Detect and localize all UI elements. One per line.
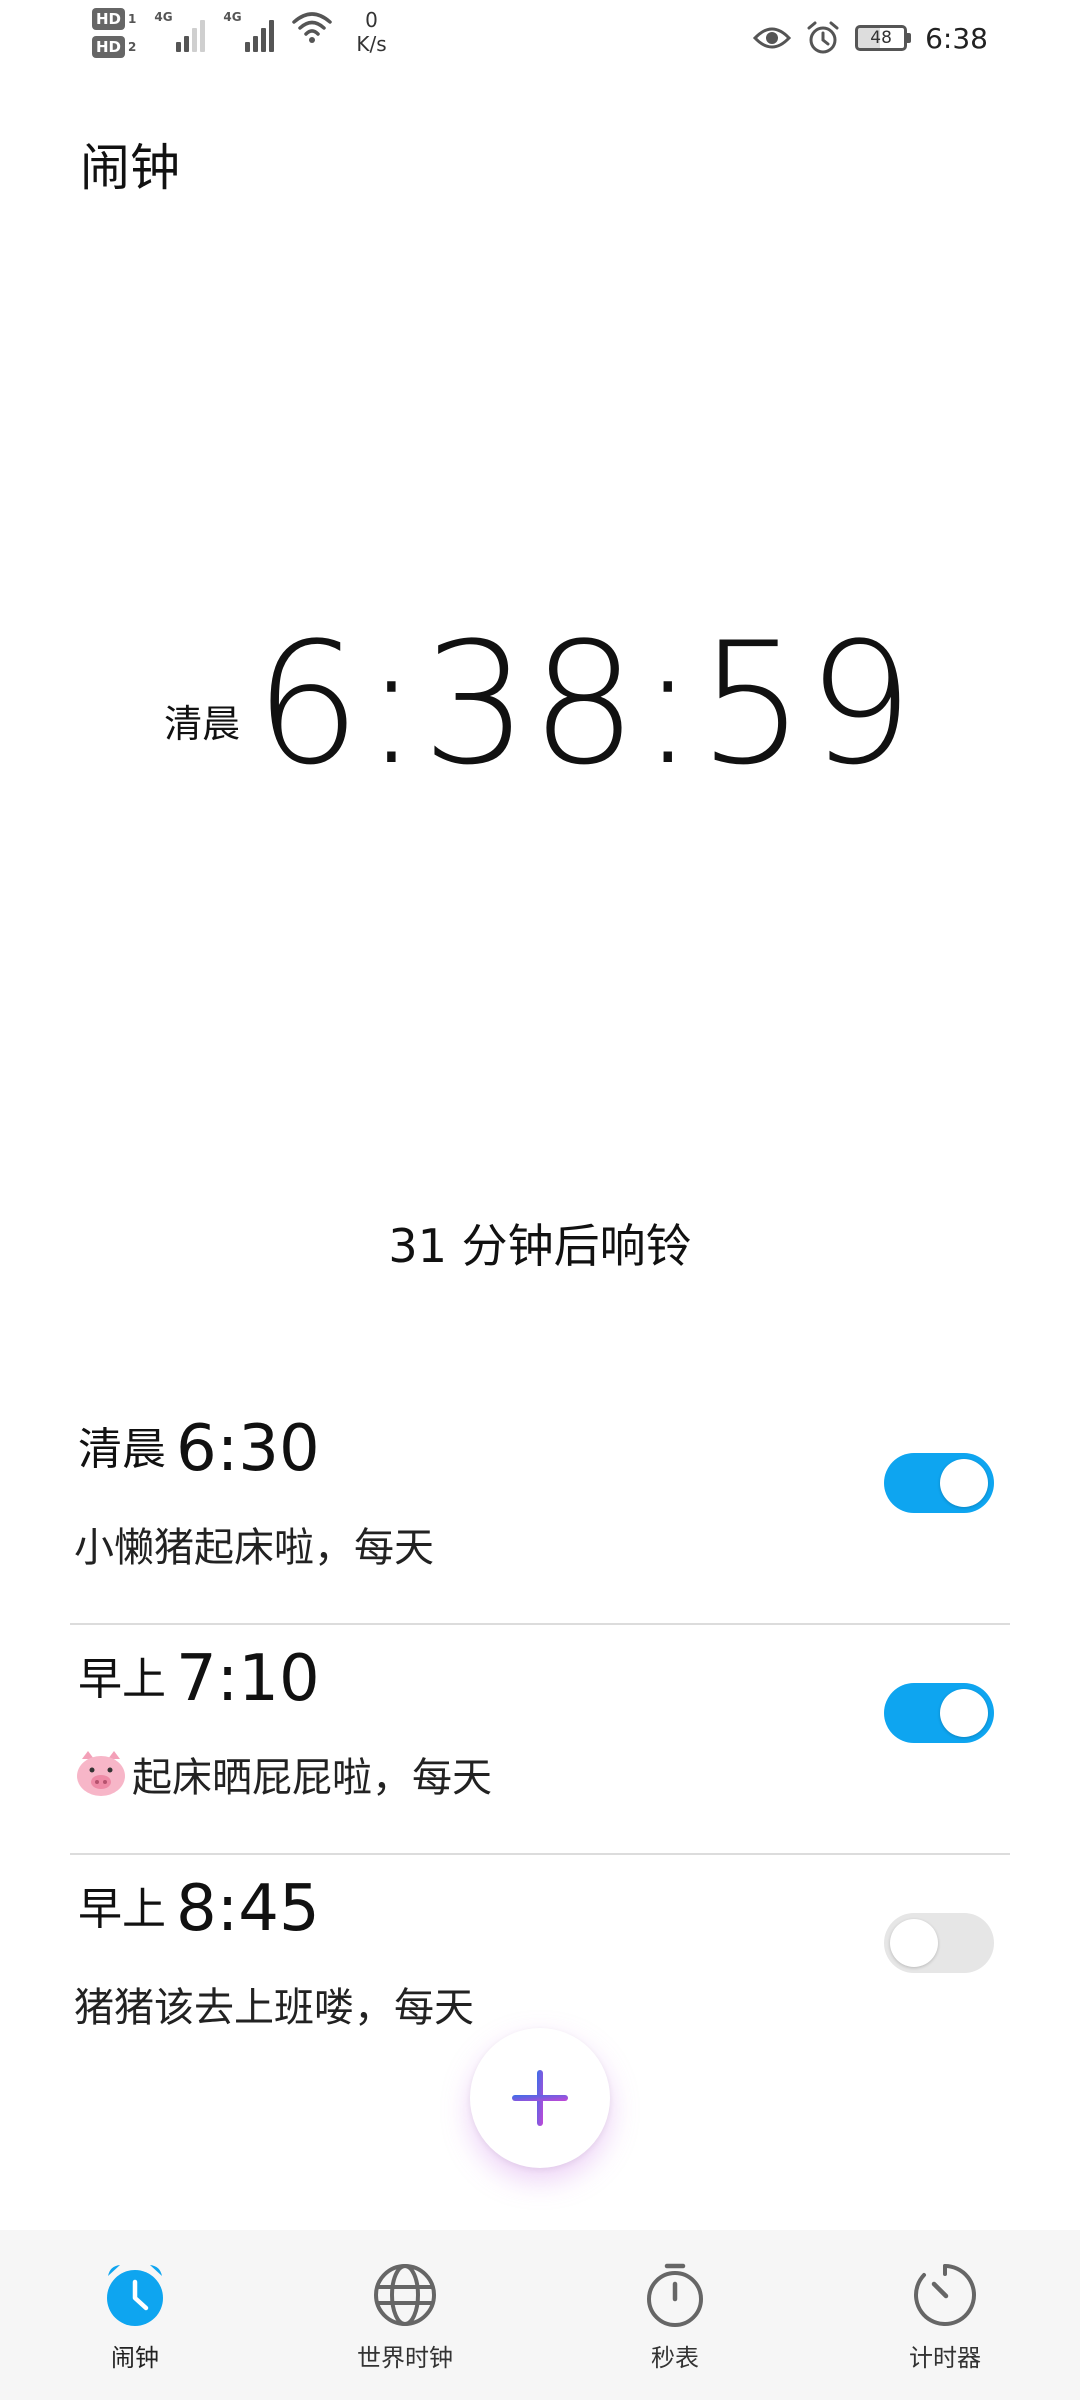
pig-face-icon [77, 1751, 125, 1796]
alarm-period: 早上 [78, 1654, 166, 1705]
sim-badges: HD 1 HD 2 [92, 8, 136, 58]
timer-icon [914, 2264, 976, 2326]
current-period: 清晨 [164, 702, 241, 746]
tab-stopwatch[interactable]: 秒表 [540, 2230, 810, 2400]
bottom-nav: 闹钟 世界时钟 秒表 计时器 [0, 2230, 1080, 2400]
alarm-time: 6:30 [176, 1412, 320, 1486]
alarm-time-group: 早上 8:45 [78, 1873, 320, 1941]
alarm-item[interactable]: 早上 7:10 起床晒屁屁啦，每天 [70, 1625, 1010, 1855]
nav-label: 世界时钟 [357, 2344, 453, 2372]
alarm-icon [807, 21, 839, 54]
globe-icon [374, 2264, 436, 2326]
network-type: 4G [154, 10, 173, 24]
tab-timer[interactable]: 计时器 [810, 2230, 1080, 2400]
battery-level: 48 [870, 28, 892, 48]
alarm-toggle[interactable] [884, 1913, 994, 1973]
sim1-indicator: HD 1 [92, 8, 136, 30]
tab-alarm[interactable]: 闹钟 [0, 2230, 270, 2400]
eye-icon [753, 27, 792, 49]
alarm-period: 早上 [78, 1884, 166, 1935]
alarm-time: 8:45 [176, 1872, 320, 1946]
alarm-toggle[interactable] [884, 1683, 994, 1743]
alarm-label: 小懒猪起床啦，每天 [74, 1515, 434, 1573]
alarm-time-group: 清晨 6:30 [78, 1413, 320, 1481]
next-ring-info: 31 分钟后响铃 [388, 1219, 692, 1273]
alarm-label-text: 起床晒屁屁啦，每天 [132, 1755, 492, 1801]
alarm-item[interactable]: 清晨 6:30 小懒猪起床啦，每天 [70, 1395, 1010, 1625]
status-bar: HD 1 HD 2 4G 4G 0 K/s 48 6:38 [0, 0, 1080, 80]
add-alarm-button[interactable] [470, 2028, 610, 2168]
signal-icon: 4G [223, 8, 275, 52]
wifi-icon [292, 12, 333, 43]
current-time: 6:38:59 [254, 606, 916, 802]
speed-value: 0 [365, 8, 378, 32]
network-type: 4G [223, 10, 242, 24]
network-speed: 0 K/s [356, 8, 386, 56]
alarm-label-text: 猪猪该去上班喽，每天 [74, 1985, 474, 2031]
alarm-clock-icon [107, 2265, 163, 2326]
alarm-label: 猪猪该去上班喽，每天 [74, 1975, 474, 2033]
stopwatch-icon [647, 2263, 703, 2327]
current-time-display: 清晨 6:38:59 [0, 620, 1080, 788]
alarm-time: 7:10 [176, 1642, 320, 1716]
sim2-indicator: HD 2 [92, 36, 136, 58]
plus-icon [512, 2070, 568, 2126]
hd-badge: HD [92, 36, 126, 58]
toggle-knob [940, 1459, 988, 1507]
alarm-label: 起床晒屁屁啦，每天 [74, 1745, 492, 1803]
nav-label: 闹钟 [111, 2344, 159, 2372]
speed-unit: K/s [356, 32, 387, 56]
alarm-time-group: 早上 7:10 [78, 1643, 320, 1711]
sim-number: 1 [128, 12, 137, 26]
status-right: 48 6:38 [753, 20, 988, 56]
hd-badge: HD [92, 8, 126, 30]
tab-world-clock[interactable]: 世界时钟 [270, 2230, 540, 2400]
status-left: HD 1 HD 2 4G 4G 0 K/s [92, 8, 387, 58]
sim-number: 2 [128, 40, 137, 54]
battery-icon: 48 [855, 25, 912, 51]
nav-label: 秒表 [651, 2344, 699, 2372]
alarm-toggle[interactable] [884, 1453, 994, 1513]
toggle-knob [940, 1689, 988, 1737]
status-time: 6:38 [925, 21, 988, 55]
alarm-period: 清晨 [78, 1424, 166, 1475]
signal-icon: 4G [154, 8, 206, 52]
page-title: 闹钟 [80, 139, 180, 197]
alarm-list: 清晨 6:30 小懒猪起床啦，每天 早上 7:10 起床晒屁屁啦，每天 早上 8… [70, 1395, 1010, 2085]
toggle-knob [890, 1919, 938, 1967]
alarm-label-text: 小懒猪起床啦，每天 [74, 1525, 434, 1571]
nav-label: 计时器 [909, 2344, 981, 2372]
